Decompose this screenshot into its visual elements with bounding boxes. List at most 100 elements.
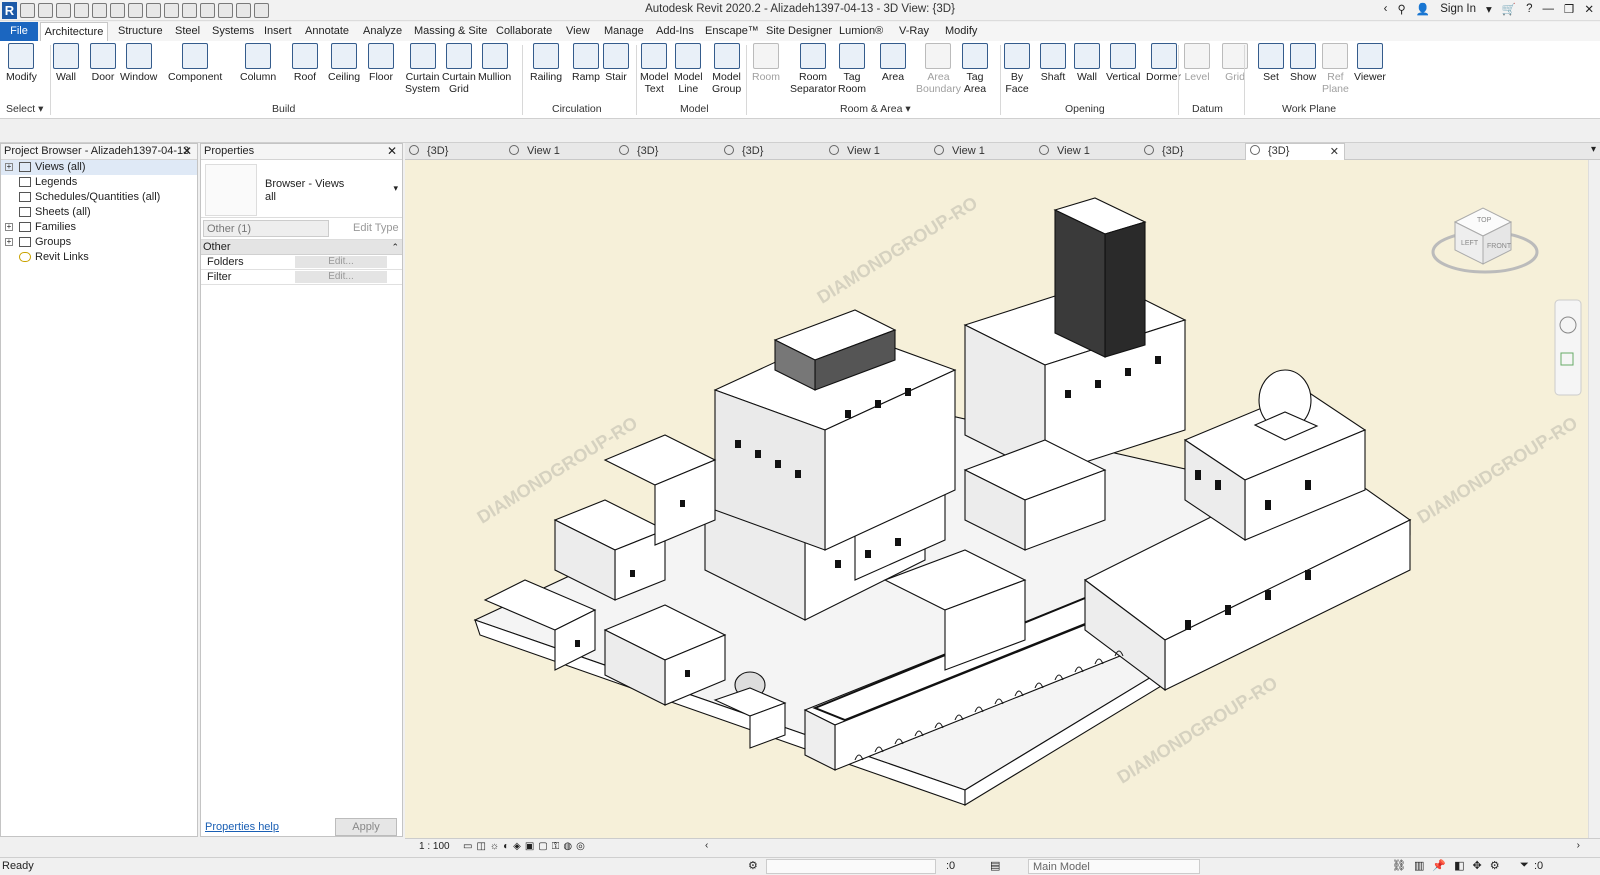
viewcube-top-label[interactable]: TOP bbox=[1477, 217, 1492, 224]
view-tab[interactable]: {3D} bbox=[615, 145, 658, 157]
select-underlay-icon[interactable]: ▥ bbox=[1414, 859, 1424, 872]
ribbon-tab-modify[interactable]: Modify bbox=[945, 25, 977, 37]
ribbon-group-label[interactable]: Room & Area ▾ bbox=[840, 103, 911, 115]
browser-item-legends[interactable]: Legends bbox=[1, 175, 197, 190]
redo-icon[interactable] bbox=[92, 3, 107, 18]
render-icon[interactable]: ◈ bbox=[513, 841, 521, 852]
tool-wall-button[interactable]: Wall bbox=[53, 43, 79, 83]
close-icon[interactable]: ✕ bbox=[1584, 2, 1594, 16]
close-hidden-icon[interactable] bbox=[218, 3, 233, 18]
instance-filter-select[interactable]: Other (1) bbox=[203, 220, 329, 237]
tool-window-button[interactable]: Window bbox=[120, 43, 157, 83]
scroll-right-icon[interactable]: › bbox=[1577, 840, 1580, 851]
expand-icon[interactable]: + bbox=[5, 163, 13, 171]
tool-viewer-button[interactable]: Viewer bbox=[1354, 43, 1386, 83]
binoculars-icon[interactable]: ⚲ bbox=[1397, 2, 1405, 16]
crop-view-icon[interactable]: ▣ bbox=[525, 841, 534, 852]
tool-shaft-button[interactable]: Shaft bbox=[1040, 43, 1066, 83]
navigation-bar[interactable] bbox=[1554, 299, 1582, 396]
show-crop-icon[interactable]: ▢ bbox=[538, 841, 547, 852]
ribbon-tab-manage[interactable]: Manage bbox=[604, 25, 644, 37]
ribbon-tab-lumion[interactable]: Lumion® bbox=[839, 25, 883, 37]
select-by-face-icon[interactable]: ◧ bbox=[1454, 859, 1464, 872]
restore-icon[interactable]: ❐ bbox=[1564, 2, 1574, 16]
tool-component-button[interactable]: Component bbox=[168, 43, 222, 83]
design-option-select[interactable]: Main Model bbox=[1028, 859, 1200, 874]
ribbon-tab-add-ins[interactable]: Add-Ins bbox=[656, 25, 694, 37]
view-tab[interactable]: View 1 bbox=[505, 145, 560, 157]
ribbon-group-label[interactable]: Circulation bbox=[552, 103, 602, 115]
unlock-3d-icon[interactable]: ⚿ bbox=[552, 841, 560, 852]
tool-curtain-system-button[interactable]: Curtain System bbox=[405, 43, 440, 95]
tool-model-group-button[interactable]: Model Group bbox=[712, 43, 741, 95]
reveal-hidden-icon[interactable]: ◎ bbox=[576, 841, 585, 852]
tool-model-text-button[interactable]: Model Text bbox=[640, 43, 669, 95]
close-icon[interactable]: ✕ bbox=[387, 144, 397, 159]
tool-roof-button[interactable]: Roof bbox=[292, 43, 318, 83]
tag-icon[interactable] bbox=[146, 3, 161, 18]
dropdown-icon[interactable]: ▾ bbox=[1486, 2, 1492, 16]
tool-ref-plane-button[interactable]: Ref Plane bbox=[1322, 43, 1349, 95]
open-icon[interactable] bbox=[20, 3, 35, 18]
measure-icon[interactable] bbox=[110, 3, 125, 18]
collapse-icon[interactable]: ⌃ bbox=[391, 240, 399, 255]
view-scale[interactable]: 1 : 100 bbox=[419, 841, 450, 852]
ribbon-group-label[interactable]: Model bbox=[680, 103, 709, 115]
edit-button[interactable]: Edit... bbox=[295, 256, 387, 268]
temporary-hide-icon[interactable]: ◍ bbox=[563, 841, 572, 852]
ribbon-tab-annotate[interactable]: Annotate bbox=[305, 25, 349, 37]
default-3d-view-icon[interactable] bbox=[164, 3, 179, 18]
tool-ramp-button[interactable]: Ramp bbox=[572, 43, 600, 83]
tool-level-button[interactable]: Level bbox=[1184, 43, 1210, 83]
tool-door-button[interactable]: Door bbox=[90, 43, 116, 83]
ribbon-tab-view[interactable]: View bbox=[566, 25, 590, 37]
ribbon-tab-massing-site[interactable]: Massing & Site bbox=[414, 25, 487, 37]
tool-by-face-button[interactable]: By Face bbox=[1004, 43, 1030, 95]
view-tab[interactable]: View 1 bbox=[930, 145, 985, 157]
search-icon[interactable]: ‹ bbox=[1384, 3, 1388, 15]
3d-viewport[interactable]: TOP LEFT FRONT DIAMONDGROUP-RO DIAMONDGR… bbox=[405, 160, 1588, 838]
browser-item-groups[interactable]: + Groups bbox=[1, 235, 197, 250]
type-selector[interactable]: Browser - Views all ▾ bbox=[201, 160, 402, 218]
tool-stair-button[interactable]: Stair bbox=[603, 43, 629, 83]
edit-button[interactable]: Edit... bbox=[295, 271, 387, 283]
view-tab[interactable]: {3D} bbox=[720, 145, 763, 157]
revit-logo[interactable]: R bbox=[2, 2, 17, 19]
browser-item-schedules-quantities-all[interactable]: Schedules/Quantities (all) bbox=[1, 190, 197, 205]
tool-curtain-grid-button[interactable]: Curtain Grid bbox=[442, 43, 476, 95]
worksharing-icon[interactable]: ⚙ bbox=[748, 859, 758, 872]
sign-in-link[interactable]: Sign In bbox=[1440, 3, 1476, 15]
view-tab[interactable]: {3D} bbox=[1140, 145, 1183, 157]
select-links-icon[interactable]: ⛓ bbox=[1392, 859, 1406, 872]
tool-area-button[interactable]: Area bbox=[880, 43, 906, 83]
viewcube-front-label[interactable]: FRONT bbox=[1487, 243, 1512, 250]
ribbon-tab-file[interactable]: File bbox=[0, 22, 38, 41]
ribbon-tab-enscape[interactable]: Enscape™ bbox=[705, 25, 759, 37]
view-tab[interactable]: {3D} bbox=[405, 145, 448, 157]
browser-item-families[interactable]: + Families bbox=[1, 220, 197, 235]
properties-help-link[interactable]: Properties help bbox=[205, 821, 279, 833]
building-model[interactable]: TOP LEFT FRONT bbox=[405, 160, 1588, 838]
tool-area-boundary-button[interactable]: Area Boundary bbox=[916, 43, 961, 95]
edit-type-button[interactable]: Edit Type bbox=[335, 220, 399, 237]
tool-room-button[interactable]: Room bbox=[752, 43, 780, 83]
close-icon[interactable]: ✕ bbox=[1330, 145, 1339, 158]
expand-icon[interactable]: + bbox=[5, 238, 13, 246]
ribbon-group-label[interactable]: Work Plane bbox=[1282, 103, 1336, 115]
filter-icon[interactable]: ⏷ bbox=[1520, 859, 1529, 872]
ribbon-group-label[interactable]: Opening bbox=[1065, 103, 1105, 115]
scroll-left-icon[interactable]: ‹ bbox=[705, 840, 708, 851]
cart-icon[interactable]: 🛒 bbox=[1502, 2, 1516, 16]
section-icon[interactable] bbox=[182, 3, 197, 18]
minimize-icon[interactable]: — bbox=[1543, 3, 1555, 15]
ribbon-group-label[interactable]: Datum bbox=[1192, 103, 1223, 115]
save-icon[interactable] bbox=[38, 3, 53, 18]
browser-item-revit-links[interactable]: Revit Links bbox=[1, 250, 197, 265]
expand-icon[interactable]: + bbox=[5, 223, 13, 231]
tab-menu-icon[interactable]: ▾ bbox=[1591, 144, 1596, 155]
apply-button[interactable]: Apply bbox=[335, 818, 397, 836]
tool-floor-button[interactable]: Floor bbox=[368, 43, 394, 83]
thin-lines-icon[interactable] bbox=[200, 3, 215, 18]
workset-select[interactable] bbox=[766, 859, 936, 874]
tool-set-button[interactable]: Set bbox=[1258, 43, 1284, 83]
